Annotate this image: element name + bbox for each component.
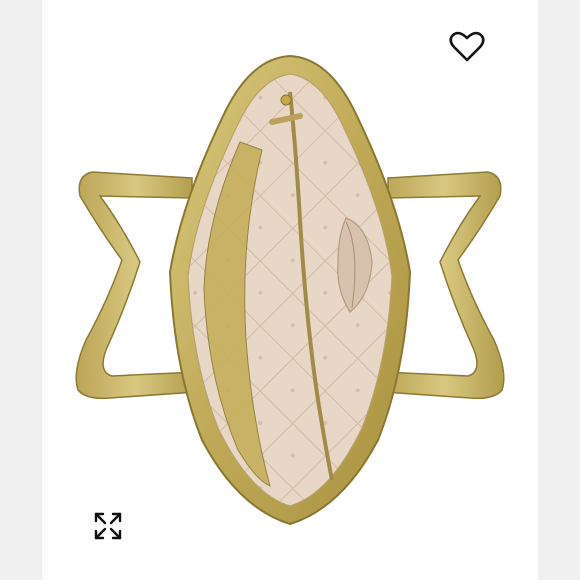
- heart-outline-icon: [449, 31, 485, 62]
- bag-body: [168, 54, 412, 526]
- expand-arrows-icon: [94, 512, 122, 540]
- favorite-button[interactable]: [446, 28, 488, 66]
- expand-image-button[interactable]: [88, 506, 128, 546]
- product-photo: [75, 54, 505, 526]
